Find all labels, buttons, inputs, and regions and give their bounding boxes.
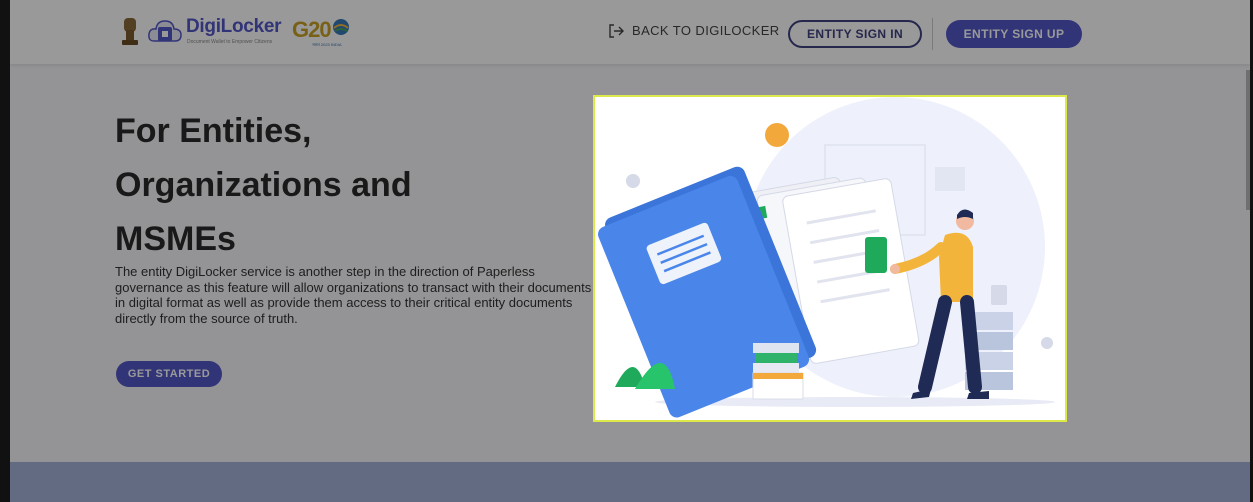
back-label: BACK TO DIGILOCKER	[632, 23, 780, 38]
logout-arrow-icon	[609, 23, 624, 38]
top-nav-bar: DigiLocker Document Wallet to Empower Ci…	[10, 0, 1250, 64]
g20-label: G20	[292, 17, 332, 42]
hero-title: For Entities, Organizations and MSMEs	[115, 104, 535, 266]
nav-divider	[932, 18, 933, 50]
g20-subtitle: भारत 2023 INDIA	[312, 42, 342, 47]
hero-illustration	[593, 95, 1067, 422]
hero-title-line-2: Organizations and	[115, 166, 412, 204]
entity-sign-up-button[interactable]: ENTITY SIGN UP	[946, 20, 1082, 48]
next-section-band	[10, 462, 1250, 502]
hero-title-line-3: MSMEs	[115, 220, 236, 258]
person-carrying-documents-illustration	[598, 97, 1055, 418]
scrollbar-thumb[interactable]	[1246, 70, 1250, 210]
cloud-locker-icon	[148, 20, 182, 42]
g20-logo: G20 भारत 2023 INDIA	[292, 15, 350, 49]
digilocker-logo[interactable]: DigiLocker Document Wallet to Empower Ci…	[148, 14, 288, 50]
get-started-button[interactable]: GET STARTED	[116, 361, 222, 387]
entity-sign-in-button[interactable]: ENTITY SIGN IN	[788, 20, 922, 48]
back-to-digilocker-link[interactable]: BACK TO DIGILOCKER	[608, 23, 780, 38]
section-heading-partial	[430, 492, 730, 502]
logo-title: DigiLocker	[186, 16, 282, 37]
hero-title-line-1: For Entities,	[115, 112, 312, 150]
lotus-globe-icon	[333, 19, 349, 35]
national-emblem-icon	[122, 18, 138, 45]
hero-description: The entity DigiLocker service is another…	[115, 264, 592, 326]
page: DigiLocker Document Wallet to Empower Ci…	[10, 0, 1250, 502]
logo-subtitle: Document Wallet to Empower Citizens	[187, 39, 273, 45]
